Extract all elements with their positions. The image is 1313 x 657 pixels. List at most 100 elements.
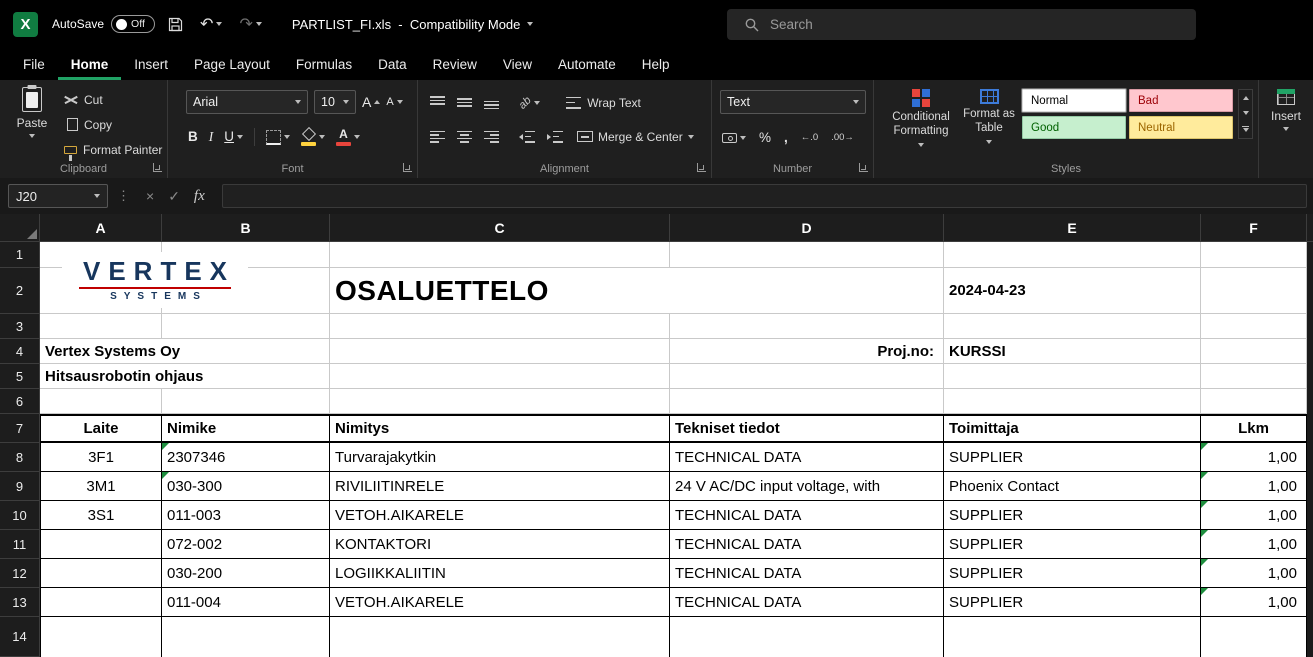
borders-button[interactable]	[266, 127, 290, 148]
cell-F5[interactable]	[1201, 364, 1307, 389]
cell-B3[interactable]	[162, 314, 330, 339]
cell-B6[interactable]	[162, 389, 330, 414]
row-header-12[interactable]: 12	[0, 559, 40, 588]
insert-cells-button[interactable]: Insert	[1263, 89, 1309, 131]
excel-app-icon[interactable]: X	[13, 12, 38, 37]
cell-E3[interactable]	[944, 314, 1201, 339]
percent-style-button[interactable]: %	[759, 130, 771, 145]
cell-D5[interactable]	[670, 364, 944, 389]
cell-A4-company[interactable]: Vertex Systems Oy	[40, 339, 162, 364]
cell-B12[interactable]: 030-200	[162, 559, 330, 588]
format-as-table-button[interactable]: Format as Table	[960, 89, 1018, 144]
row-header-1[interactable]: 1	[0, 242, 40, 268]
select-all-button[interactable]	[0, 214, 40, 242]
row-header-10[interactable]: 10	[0, 501, 40, 530]
menu-tab-insert[interactable]: Insert	[121, 48, 181, 80]
cell-E9[interactable]: Phoenix Contact	[944, 472, 1201, 501]
row-header-8[interactable]: 8	[0, 443, 40, 472]
cell-C2-title[interactable]: OSALUETTELO	[330, 268, 670, 314]
cell-F9[interactable]: 1,00	[1201, 472, 1307, 501]
decrease-indent-button[interactable]	[519, 126, 535, 147]
cell-E1[interactable]	[944, 242, 1201, 268]
menu-tab-page-layout[interactable]: Page Layout	[181, 48, 283, 80]
comma-style-button[interactable]: ,	[784, 130, 788, 145]
cell-D3[interactable]	[670, 314, 944, 339]
cell-B14[interactable]	[162, 617, 330, 657]
menu-tab-help[interactable]: Help	[629, 48, 683, 80]
menu-tab-formulas[interactable]: Formulas	[283, 48, 365, 80]
cancel-icon[interactable]: ×	[146, 188, 154, 204]
font-family-combo[interactable]: Arial	[186, 90, 308, 114]
cell-F4[interactable]	[1201, 339, 1307, 364]
cell-C13[interactable]: VETOH.AIKARELE	[330, 588, 670, 617]
cell-D2[interactable]	[670, 268, 944, 314]
decrease-decimal-button[interactable]: .00→	[831, 132, 854, 143]
copy-button[interactable]: Copy	[64, 114, 162, 135]
cell-C9[interactable]: RIVILIITINRELE	[330, 472, 670, 501]
cell-B9[interactable]: 030-300	[162, 472, 330, 501]
bottom-align-button[interactable]	[484, 96, 499, 109]
row-header-13[interactable]: 13	[0, 588, 40, 617]
row-header-14[interactable]: 14	[0, 617, 40, 657]
cell-A9[interactable]: 3M1	[40, 472, 162, 501]
bold-button[interactable]: B	[188, 130, 198, 144]
row-header-3[interactable]: 3	[0, 314, 40, 339]
cell-E2-date[interactable]: 2024-04-23	[944, 268, 1201, 314]
format-painter-button[interactable]: Format Painter	[64, 139, 162, 160]
cut-button[interactable]: Cut	[64, 89, 162, 110]
cell-F8[interactable]: 1,00	[1201, 443, 1307, 472]
column-header-e[interactable]: E	[944, 214, 1201, 242]
cell-C4[interactable]	[330, 339, 670, 364]
autosave-toggle[interactable]: Off	[111, 15, 155, 33]
cell-D7-header[interactable]: Tekniset tiedot	[670, 414, 944, 443]
cell-A5-subtitle[interactable]: Hitsausrobotin ohjaus	[40, 364, 162, 389]
underline-button[interactable]: U	[224, 127, 243, 148]
merge-center-button[interactable]: Merge & Center	[577, 126, 694, 147]
cell-F6[interactable]	[1201, 389, 1307, 414]
middle-align-button[interactable]	[457, 96, 472, 109]
insert-function-button[interactable]: fx	[194, 188, 205, 205]
style-good[interactable]: Good	[1022, 116, 1126, 139]
cell-A8[interactable]: 3F1	[40, 443, 162, 472]
cell-D4-project-label[interactable]: Proj.no:	[670, 339, 944, 364]
menu-tab-home[interactable]: Home	[58, 48, 122, 80]
name-box-expand-icon[interactable]: ⋮	[117, 188, 130, 204]
enter-icon[interactable]: ✓	[168, 188, 180, 205]
top-align-button[interactable]	[430, 96, 445, 109]
cell-C7-header[interactable]: Nimitys	[330, 414, 670, 443]
cell-B13[interactable]: 011-004	[162, 588, 330, 617]
search-input[interactable]	[770, 17, 1160, 32]
row-header-7[interactable]: 7	[0, 414, 40, 443]
conditional-formatting-button[interactable]: Conditional Formatting	[886, 89, 956, 147]
paste-button[interactable]: Paste	[8, 87, 56, 138]
row-header-5[interactable]: 5	[0, 364, 40, 389]
font-dialog-launcher[interactable]	[403, 163, 412, 172]
align-left-button[interactable]	[430, 131, 445, 143]
gallery-more-button[interactable]	[1242, 126, 1249, 133]
row-header-2[interactable]: 2	[0, 268, 40, 314]
cell-D8[interactable]: TECHNICAL DATA	[670, 443, 944, 472]
cell-D12[interactable]: TECHNICAL DATA	[670, 559, 944, 588]
cell-D6[interactable]	[670, 389, 944, 414]
cell-B4[interactable]	[162, 339, 330, 364]
cell-E13[interactable]: SUPPLIER	[944, 588, 1201, 617]
menu-tab-automate[interactable]: Automate	[545, 48, 629, 80]
cell-C3[interactable]	[330, 314, 670, 339]
orientation-button[interactable]: ab	[519, 92, 540, 113]
align-center-button[interactable]	[457, 131, 472, 143]
cell-E8[interactable]: SUPPLIER	[944, 443, 1201, 472]
number-format-combo[interactable]: Text	[720, 90, 866, 114]
style-normal[interactable]: Normal	[1022, 89, 1126, 112]
cell-A7-header[interactable]: Laite	[40, 414, 162, 443]
cell-D13[interactable]: TECHNICAL DATA	[670, 588, 944, 617]
cell-A12[interactable]	[40, 559, 162, 588]
cell-C10[interactable]: VETOH.AIKARELE	[330, 501, 670, 530]
cell-F7-header[interactable]: Lkm	[1201, 414, 1307, 443]
cell-F13[interactable]: 1,00	[1201, 588, 1307, 617]
clipboard-dialog-launcher[interactable]	[153, 163, 162, 172]
cell-E10[interactable]: SUPPLIER	[944, 501, 1201, 530]
align-right-button[interactable]	[484, 131, 499, 143]
cell-E14[interactable]	[944, 617, 1201, 657]
save-button[interactable]	[164, 13, 187, 36]
cell-A10[interactable]: 3S1	[40, 501, 162, 530]
